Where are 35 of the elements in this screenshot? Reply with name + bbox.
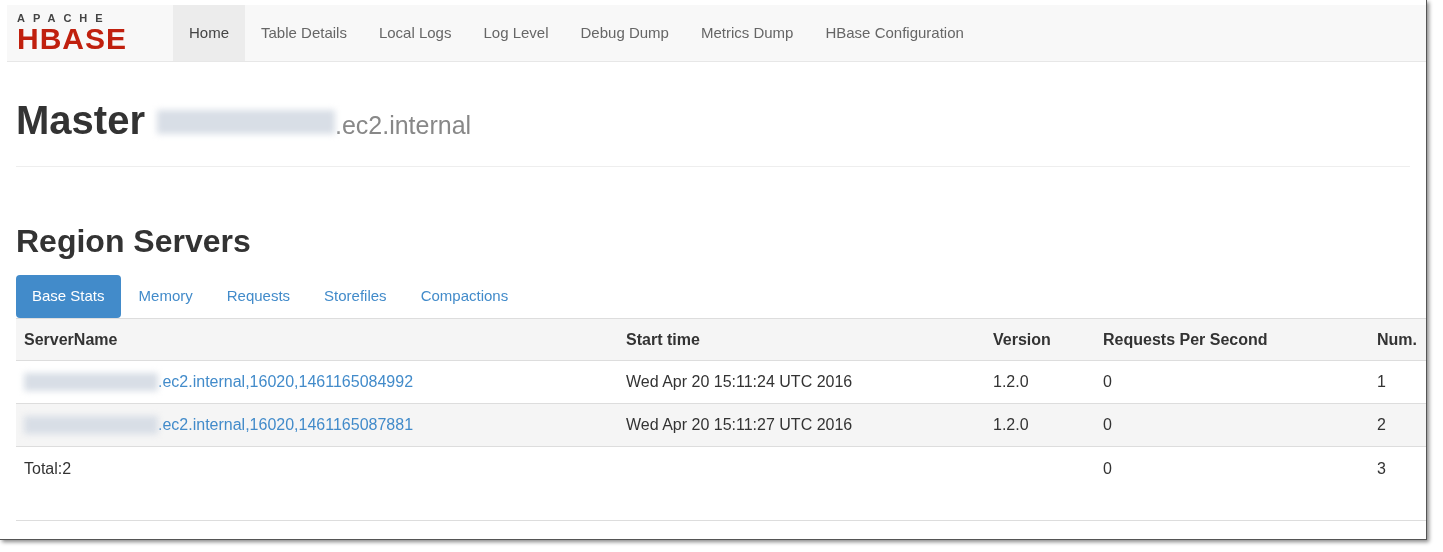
table-cell: 1.2.0 xyxy=(993,373,1029,390)
table-cell: 3 xyxy=(1377,459,1386,477)
tab[interactable]: Requests xyxy=(210,275,307,318)
tab[interactable]: Storefiles xyxy=(308,275,403,318)
logo-text: HBASE xyxy=(17,23,128,54)
section-title: Region Servers xyxy=(16,222,252,261)
column-header: Requests Per Second xyxy=(1102,329,1269,350)
table-cell: 2 xyxy=(1377,416,1386,433)
table-cell: 0 xyxy=(1103,416,1112,433)
logo-top-text: APACHE xyxy=(17,12,112,24)
table-cell: Wed Apr 20 15:11:27 UTC 2016 xyxy=(626,416,853,433)
column-header: ServerName xyxy=(23,329,119,350)
nav-link[interactable]: Debug Dump xyxy=(564,5,685,61)
server-link[interactable]: .ec2.internal,16020,1461165084992 xyxy=(158,370,414,394)
nav-link[interactable]: Log Level xyxy=(467,5,565,61)
page-title: Master xyxy=(16,97,145,144)
tab[interactable]: Compactions xyxy=(404,275,525,318)
column-header: Start time xyxy=(625,329,701,350)
table-cell: 1.2.0 xyxy=(993,416,1029,433)
table-cell: Wed Apr 20 15:11:24 UTC 2016 xyxy=(626,373,853,390)
host-name: .ec2.internal xyxy=(334,110,472,141)
column-header: Version xyxy=(992,329,1052,350)
column-header: Num. xyxy=(1376,329,1418,350)
nav-link[interactable]: Home xyxy=(173,5,245,61)
table-cell: 0 xyxy=(1103,373,1112,390)
tab[interactable]: Memory xyxy=(122,275,209,318)
table-cell: 0 xyxy=(1103,459,1112,477)
table-cell: 1 xyxy=(1377,373,1386,390)
nav-link[interactable]: Local Logs xyxy=(362,5,468,61)
nav-link[interactable]: Metrics Dump xyxy=(684,5,810,61)
server-link[interactable]: .ec2.internal,16020,1461165087881 xyxy=(158,413,414,437)
nav-link[interactable]: HBase Configuration xyxy=(809,5,980,61)
nav-link[interactable]: Table Details xyxy=(245,5,363,61)
table-cell: Total:2 xyxy=(24,459,72,477)
tab[interactable]: Base Stats xyxy=(16,275,121,318)
